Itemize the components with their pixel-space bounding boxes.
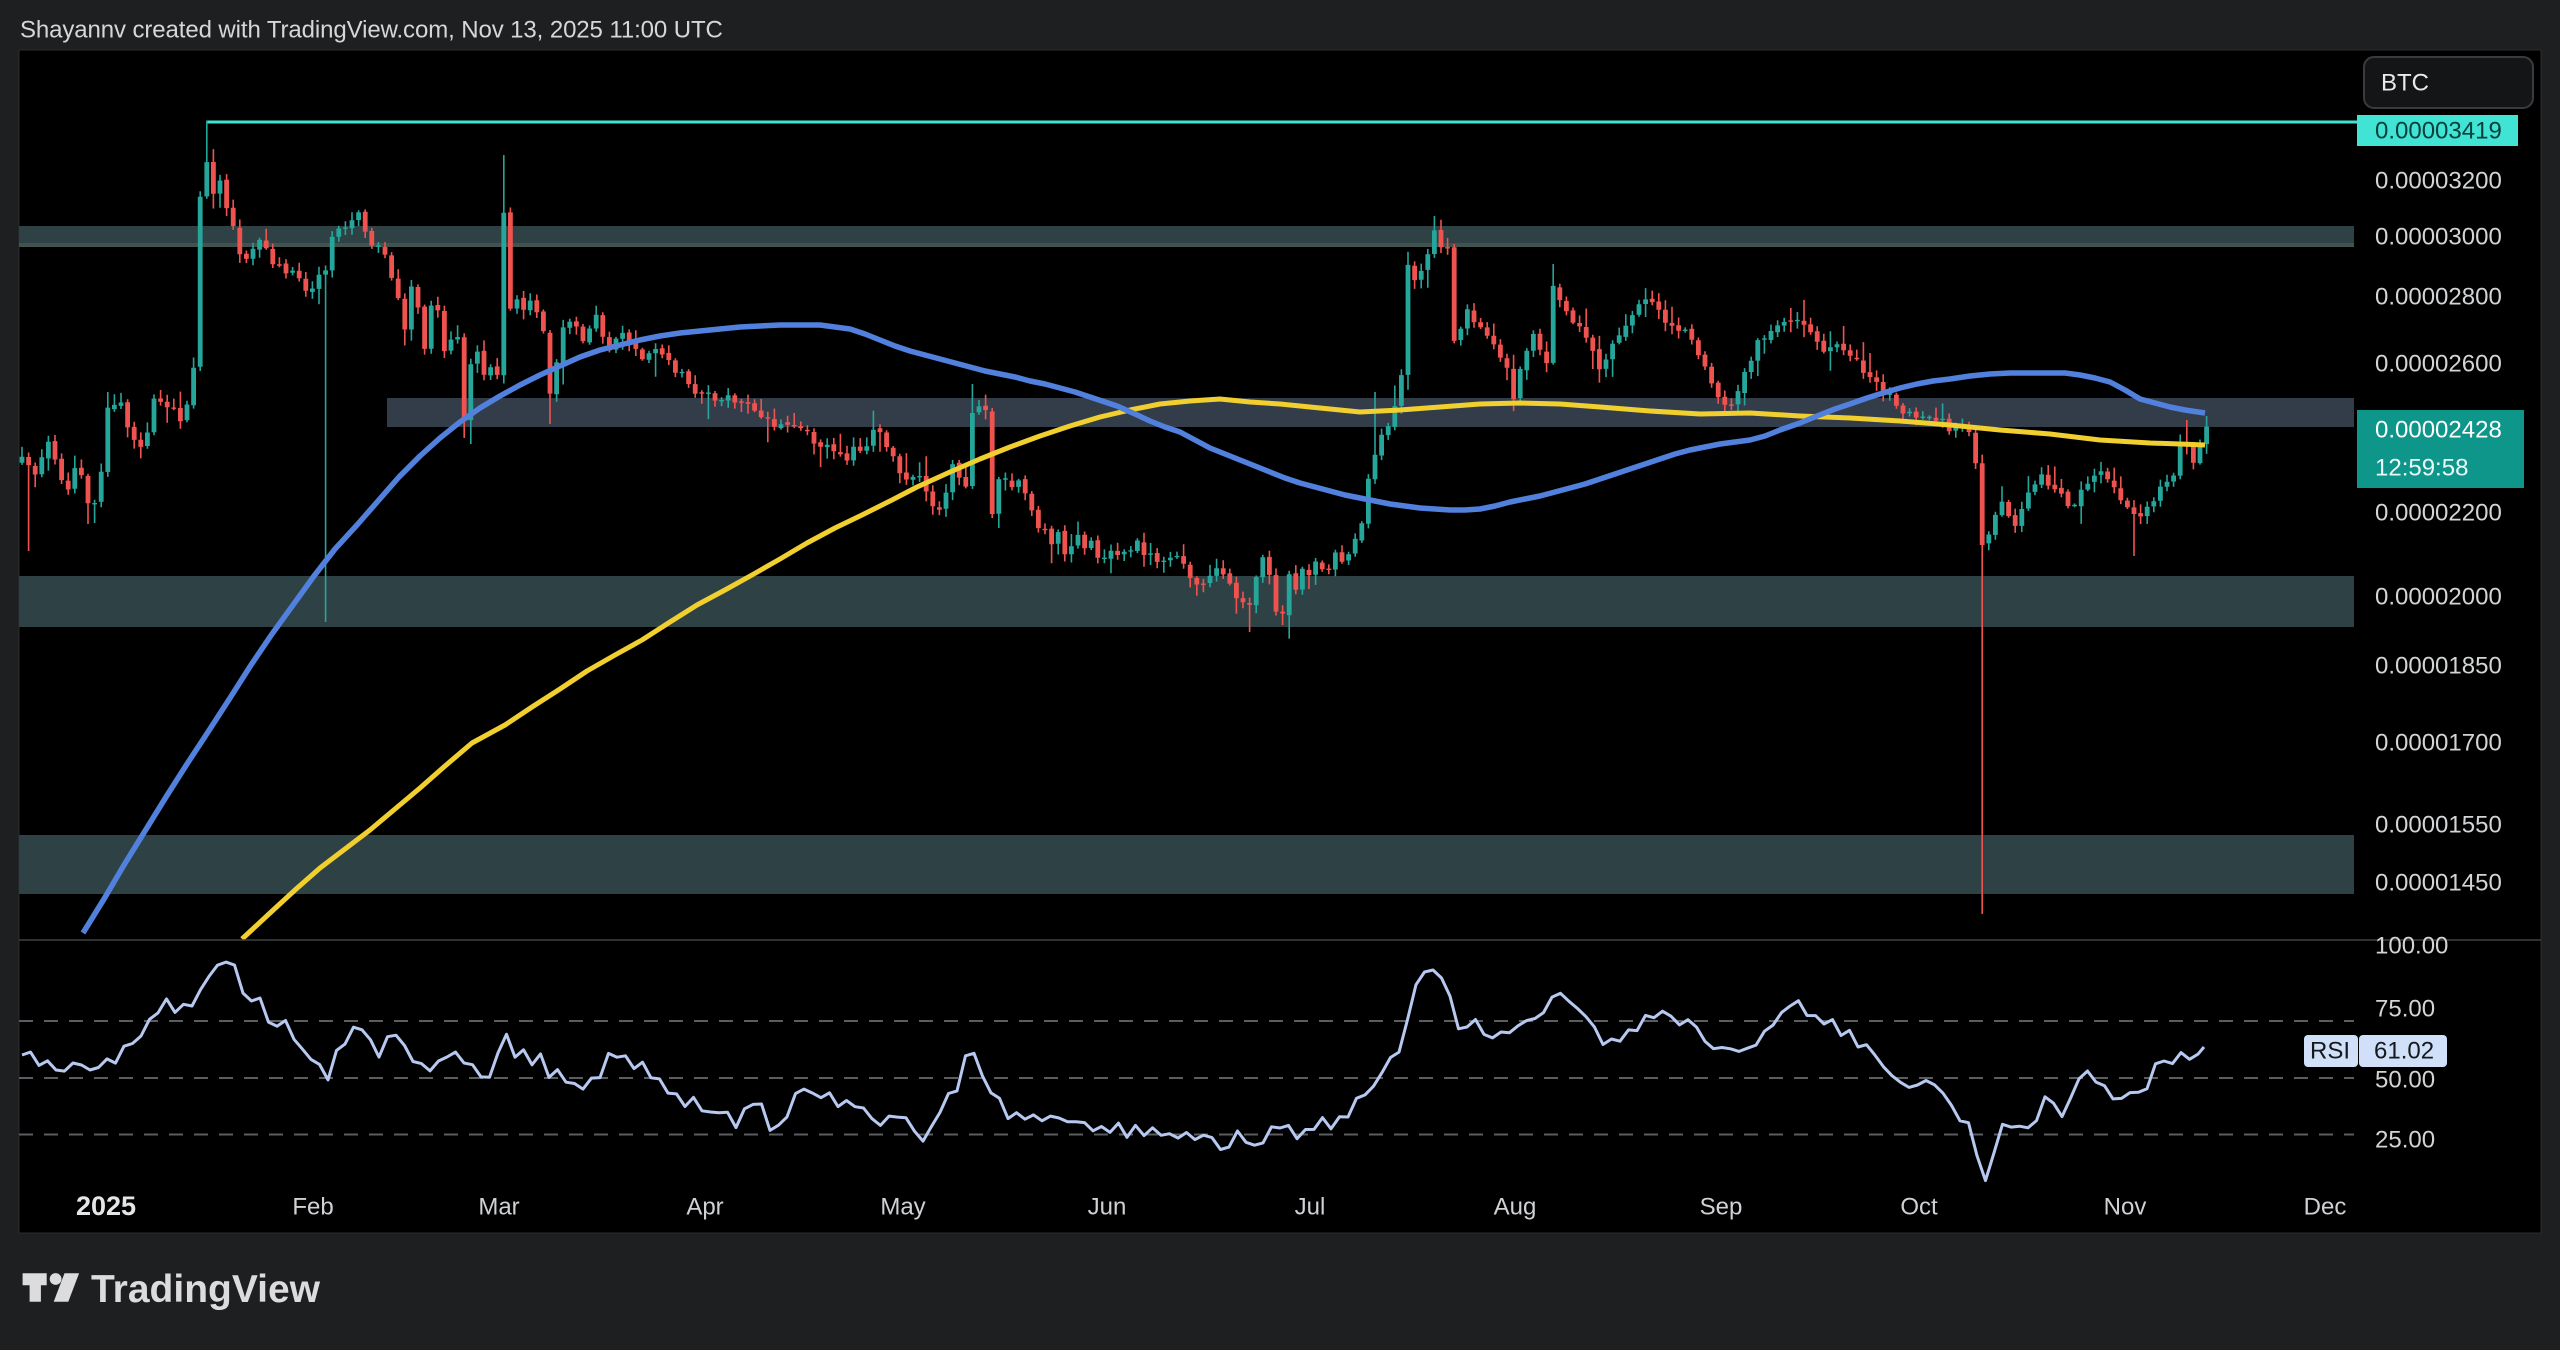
svg-text:0.00003200: 0.00003200	[2375, 167, 2502, 194]
svg-text:Nov: Nov	[2104, 1193, 2147, 1220]
svg-text:BTC: BTC	[2381, 69, 2429, 96]
svg-text:0.00001550: 0.00001550	[2375, 811, 2502, 838]
svg-text:May: May	[880, 1193, 925, 1220]
svg-text:Jul: Jul	[1295, 1193, 1326, 1220]
svg-text:Sep: Sep	[1700, 1193, 1743, 1220]
svg-text:75.00: 75.00	[2375, 995, 2435, 1022]
svg-text:Jun: Jun	[1088, 1193, 1127, 1220]
svg-text:Apr: Apr	[686, 1193, 723, 1220]
svg-text:0.00002800: 0.00002800	[2375, 283, 2502, 310]
svg-text:Mar: Mar	[478, 1193, 519, 1220]
svg-text:100.00: 100.00	[2375, 932, 2448, 959]
svg-text:0.00003419: 0.00003419	[2375, 117, 2502, 144]
svg-text:2025: 2025	[76, 1191, 136, 1221]
svg-text:Dec: Dec	[2304, 1193, 2347, 1220]
svg-text:0.00002600: 0.00002600	[2375, 350, 2502, 377]
svg-text:25.00: 25.00	[2375, 1126, 2435, 1153]
svg-text:RSI: RSI	[2310, 1037, 2350, 1064]
svg-text:50.00: 50.00	[2375, 1066, 2435, 1093]
svg-text:Shayannv created with TradingV: Shayannv created with TradingView.com, N…	[20, 16, 723, 43]
svg-text:0.00003000: 0.00003000	[2375, 223, 2502, 250]
svg-text:0.00002428: 0.00002428	[2375, 416, 2502, 443]
svg-text:Aug: Aug	[1494, 1193, 1537, 1220]
svg-text:Feb: Feb	[292, 1193, 333, 1220]
svg-text:0.00002200: 0.00002200	[2375, 499, 2502, 526]
svg-text:0.00001700: 0.00001700	[2375, 729, 2502, 756]
svg-text:0.00001850: 0.00001850	[2375, 652, 2502, 679]
svg-text:61.02: 61.02	[2374, 1037, 2434, 1064]
svg-text:0.00002000: 0.00002000	[2375, 583, 2502, 610]
svg-text:0.00001450: 0.00001450	[2375, 869, 2502, 896]
svg-text:Oct: Oct	[1900, 1193, 1938, 1220]
svg-text:TradingView: TradingView	[91, 1268, 321, 1311]
svg-text:12:59:58: 12:59:58	[2375, 454, 2468, 481]
